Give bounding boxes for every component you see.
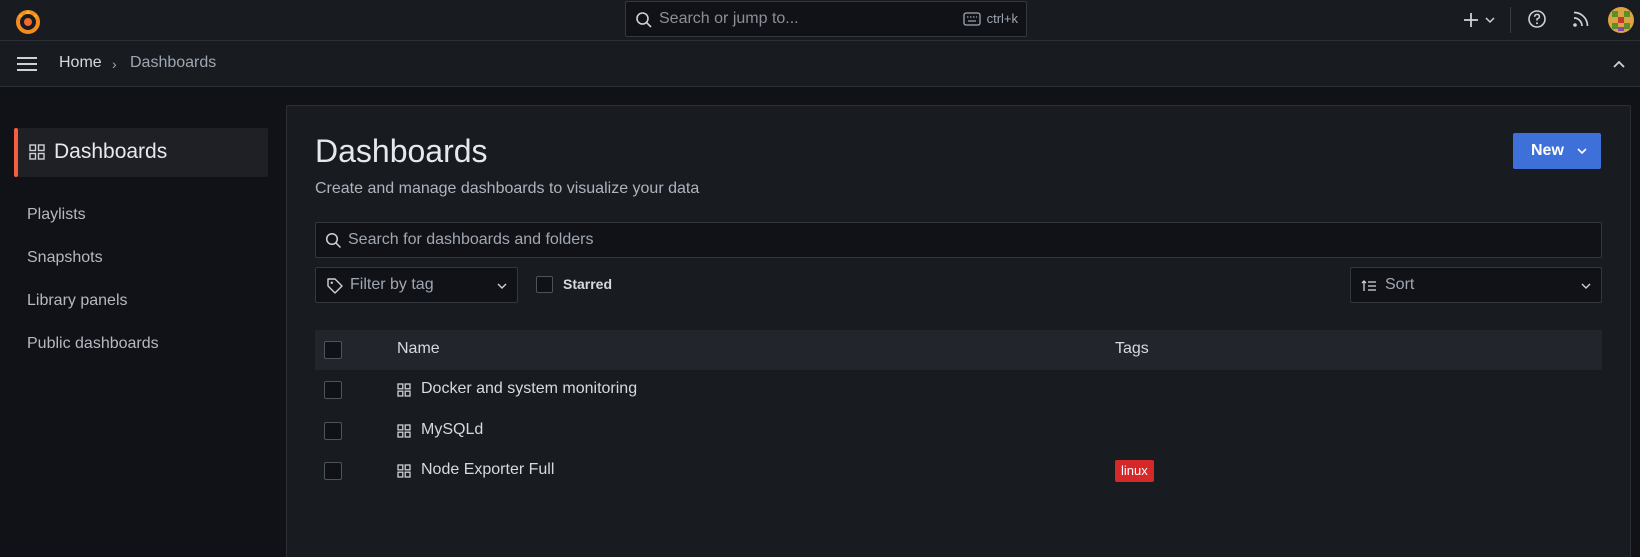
breadcrumb-current: Dashboards [130,54,217,71]
row-checkbox[interactable] [324,422,342,440]
sidebar: Dashboards Playlists Snapshots Library p… [0,88,270,557]
column-header-tags: Tags [1115,340,1149,357]
sidebar-item-dashboards[interactable]: Dashboards [14,128,268,177]
select-all-checkbox[interactable] [324,341,342,359]
tag-icon [327,278,343,294]
chevron-down-icon [497,283,507,289]
tag-filter-select[interactable]: Filter by tag [315,267,518,303]
tag-badge-linux[interactable]: linux [1115,460,1154,482]
new-button[interactable]: New [1513,133,1601,169]
breadcrumb-home-link[interactable]: Home [59,54,102,72]
help-icon[interactable] [1527,9,1547,29]
dashboard-grid-icon [397,424,411,438]
starred-label[interactable]: Starred [563,276,612,292]
table-header: Name Tags [315,330,1602,370]
starred-checkbox[interactable] [536,276,553,293]
table-row[interactable]: Node Exporter Full linux [315,451,1602,491]
main-panel: Dashboards Create and manage dashboards … [286,105,1631,557]
tag-filter-placeholder: Filter by tag [350,276,434,293]
global-search-input[interactable]: Search or jump to... ctrl+k [625,1,1027,37]
page-title: Dashboards [315,133,488,169]
sidebar-item-playlists[interactable]: Playlists [27,206,86,224]
page-subtitle: Create and manage dashboards to visualiz… [315,180,700,197]
chevron-down-icon [1581,283,1591,289]
toolbar-divider [1510,7,1511,33]
shortcut-text: ctrl+k [986,11,1018,26]
rss-news-icon[interactable] [1571,9,1591,29]
dashboard-name-link[interactable]: MySQLd [421,421,483,439]
row-checkbox[interactable] [324,381,342,399]
grafana-logo-icon[interactable] [14,7,42,35]
table-row[interactable]: MySQLd [315,411,1602,451]
chevron-down-icon [1577,148,1587,155]
row-checkbox[interactable] [324,462,342,480]
chevron-up-icon[interactable] [1610,55,1628,73]
breadcrumb-bar: Home › Dashboards [0,41,1640,87]
dashboard-search-placeholder: Search for dashboards and folders [348,231,594,248]
dashboard-name-link[interactable]: Docker and system monitoring [421,380,637,398]
column-header-name: Name [397,340,440,357]
sidebar-item-snapshots[interactable]: Snapshots [27,249,103,267]
sort-placeholder: Sort [1385,276,1415,293]
user-avatar[interactable] [1608,7,1634,33]
sidebar-item-library-panels[interactable]: Library panels [27,292,128,310]
sidebar-item-public-dashboards[interactable]: Public dashboards [27,335,159,353]
add-new-dropdown-icon[interactable] [1462,9,1502,31]
dashboard-search-input[interactable]: Search for dashboards and folders [315,222,1602,258]
shortcut-hint: ctrl+k [962,11,1018,26]
top-bar: Search or jump to... ctrl+k [0,0,1640,41]
sort-icon [1361,280,1376,291]
dashboard-grid-icon [397,464,411,478]
menu-toggle-icon[interactable] [15,54,39,74]
global-search-placeholder: Search or jump to... [659,10,799,27]
dashboard-grid-icon [397,383,411,397]
table-row[interactable]: Docker and system monitoring [315,370,1602,410]
keyboard-icon [962,11,981,26]
sidebar-header-label: Dashboards [54,140,168,163]
sort-select[interactable]: Sort [1350,267,1602,303]
search-icon [325,232,342,249]
new-button-label: New [1531,142,1564,159]
dashboard-grid-icon [29,144,45,160]
search-icon [636,12,652,28]
breadcrumb-separator: › [112,56,117,72]
active-indicator [14,128,18,177]
dashboard-name-link[interactable]: Node Exporter Full [421,461,554,479]
